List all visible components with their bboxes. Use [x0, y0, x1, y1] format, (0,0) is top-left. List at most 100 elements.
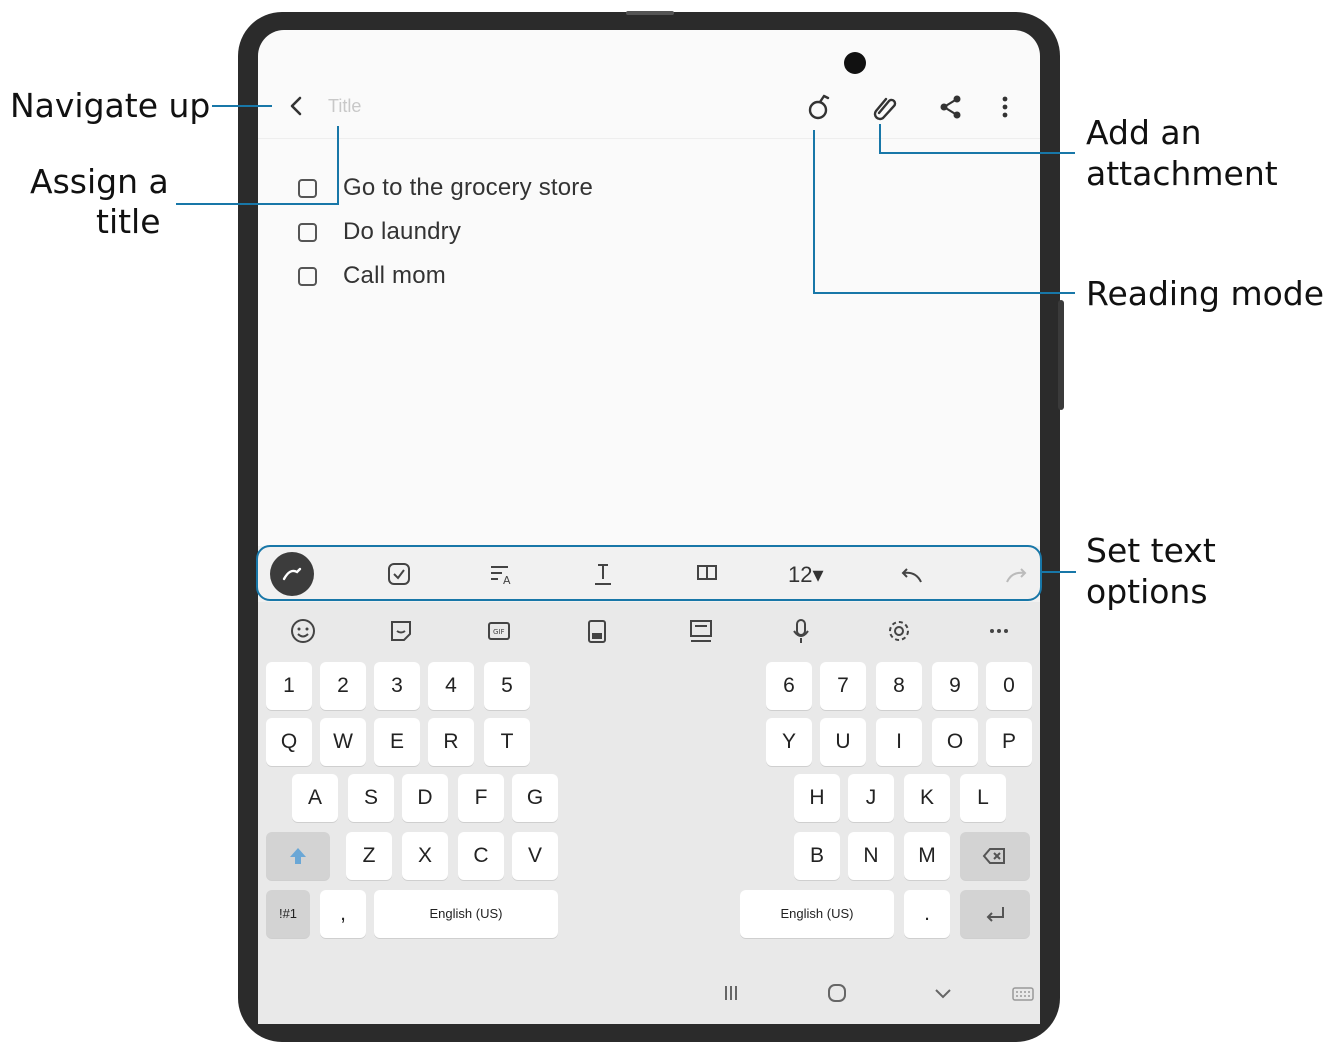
key[interactable]: B	[794, 832, 840, 880]
checkbox-icon[interactable]	[298, 178, 317, 198]
callout-assign-title-2: title	[96, 202, 161, 241]
checklist-item[interactable]: Go to the grocery store	[298, 166, 593, 210]
callout-assign-title-1: Assign a	[30, 162, 169, 201]
key[interactable]: Q	[266, 718, 312, 766]
checklist-item[interactable]: Call mom	[298, 254, 593, 298]
reading-mode-icon[interactable]	[804, 92, 834, 122]
enter-key[interactable]	[960, 890, 1030, 938]
callout-add-attachment-1: Add an	[1086, 113, 1202, 152]
key[interactable]: N	[848, 832, 894, 880]
split-keyboard: GIF 1 2 3 4 5 Q W E R T A S D F G Z X C …	[258, 602, 1040, 1024]
key[interactable]: E	[374, 718, 420, 766]
symbols-key[interactable]: !#1	[266, 890, 310, 938]
key[interactable]: C	[458, 832, 504, 880]
split-keyboard-icon[interactable]	[686, 616, 716, 646]
key[interactable]: 8	[876, 662, 922, 710]
key[interactable]: O	[932, 718, 978, 766]
key[interactable]: S	[348, 774, 394, 822]
leader-line-assign-title	[176, 203, 338, 205]
checklist-item-text[interactable]: Do laundry	[343, 218, 461, 246]
key[interactable]: R	[428, 718, 474, 766]
note-title-input[interactable]: Title	[328, 96, 361, 117]
leader-line-navigate-up	[212, 105, 272, 107]
key[interactable]: M	[904, 832, 950, 880]
key[interactable]: I	[876, 718, 922, 766]
app-bar: Title	[258, 78, 1040, 139]
enter-icon	[986, 907, 1004, 923]
key[interactable]: F	[458, 774, 504, 822]
clipboard-icon[interactable]	[582, 616, 612, 646]
key[interactable]: T	[484, 718, 530, 766]
space-key-left[interactable]: English (US)	[374, 890, 558, 938]
callout-text-options-2: options	[1086, 572, 1208, 611]
device-side-button	[1058, 300, 1064, 410]
key[interactable]: J	[848, 774, 894, 822]
leader-line-assign-title-vertical	[337, 126, 339, 205]
gif-icon[interactable]: GIF	[484, 616, 514, 646]
leader-line-reading-vertical	[813, 130, 815, 294]
key[interactable]: Z	[346, 832, 392, 880]
more-vertical-icon[interactable]	[990, 92, 1020, 122]
key[interactable]: V	[512, 832, 558, 880]
backspace-key[interactable]	[960, 832, 1030, 880]
checklist-item[interactable]: Do laundry	[298, 210, 593, 254]
key[interactable]: 5	[484, 662, 530, 710]
key[interactable]: D	[402, 774, 448, 822]
key[interactable]: 3	[374, 662, 420, 710]
recents-icon[interactable]	[718, 980, 744, 1011]
checkbox-icon[interactable]	[298, 222, 317, 242]
key[interactable]: G	[512, 774, 558, 822]
callout-text-options-1: Set text	[1086, 531, 1216, 570]
device-hinge	[626, 11, 674, 15]
svg-text:GIF: GIF	[493, 628, 505, 636]
checkbox-icon[interactable]	[298, 266, 317, 286]
key[interactable]: Y	[766, 718, 812, 766]
checklist-item-text[interactable]: Call mom	[343, 262, 446, 290]
leader-line-text-options	[1040, 571, 1076, 573]
key[interactable]: L	[960, 774, 1006, 822]
note-checklist: Go to the grocery store Do laundry Call …	[298, 166, 593, 298]
phone-screen: Title Go to the grocery store Do laundry…	[258, 30, 1040, 1024]
keyboard-toolbar: GIF	[258, 602, 1040, 658]
sticker-icon[interactable]	[386, 616, 416, 646]
key[interactable]: 4	[428, 662, 474, 710]
key[interactable]: W	[320, 718, 366, 766]
home-icon[interactable]	[824, 980, 850, 1011]
mic-icon[interactable]	[786, 616, 816, 646]
shift-key[interactable]	[266, 832, 330, 880]
leader-line-attachment-vertical	[879, 124, 881, 154]
back-icon[interactable]	[282, 92, 310, 120]
key[interactable]: U	[820, 718, 866, 766]
settings-icon[interactable]	[884, 616, 914, 646]
key[interactable]: H	[794, 774, 840, 822]
key[interactable]: 0	[986, 662, 1032, 710]
key[interactable]: X	[402, 832, 448, 880]
text-options-highlight	[256, 545, 1042, 601]
key[interactable]: 6	[766, 662, 812, 710]
paperclip-icon[interactable]	[870, 92, 900, 122]
checklist-item-text[interactable]: Go to the grocery store	[343, 174, 593, 202]
share-icon[interactable]	[936, 92, 966, 122]
key[interactable]: P	[986, 718, 1032, 766]
key[interactable]: K	[904, 774, 950, 822]
hide-keyboard-icon[interactable]	[930, 980, 956, 1011]
comma-key[interactable]: ,	[320, 890, 366, 938]
emoji-icon[interactable]	[288, 616, 318, 646]
leader-line-reading	[813, 292, 1075, 294]
callout-add-attachment-2: attachment	[1086, 154, 1278, 193]
more-horizontal-icon[interactable]	[984, 616, 1014, 646]
key[interactable]: 2	[320, 662, 366, 710]
callout-reading-mode: Reading mode	[1086, 274, 1325, 313]
callout-navigate-up: Navigate up	[10, 86, 211, 125]
keyboard-icon[interactable]	[1010, 980, 1036, 1011]
key[interactable]: 1	[266, 662, 312, 710]
navigation-bar	[258, 966, 1040, 1024]
key[interactable]: A	[292, 774, 338, 822]
key[interactable]: 7	[820, 662, 866, 710]
space-key-right[interactable]: English (US)	[740, 890, 894, 938]
key[interactable]: 9	[932, 662, 978, 710]
shift-icon	[290, 848, 306, 865]
leader-line-attachment	[879, 152, 1075, 154]
backspace-icon	[982, 848, 1005, 865]
period-key[interactable]: .	[904, 890, 950, 938]
